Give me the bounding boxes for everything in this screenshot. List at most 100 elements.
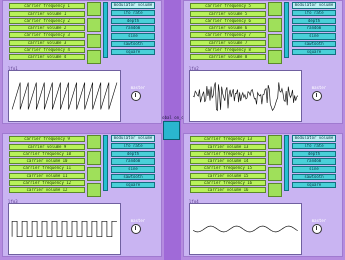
waveform-option-random[interactable]: random xyxy=(292,158,336,165)
carrier-slider[interactable]: carrier frequency 16 xyxy=(190,180,266,187)
waveform-option-sawtooth[interactable]: sawtooth xyxy=(292,40,336,48)
carrier-slider[interactable]: carrier volume 14 xyxy=(190,158,266,165)
carrier-slider[interactable]: carrier frequency 6 xyxy=(190,17,266,24)
carrier-slider[interactable]: carrier volume 13 xyxy=(190,143,266,150)
voice-toggle[interactable] xyxy=(87,34,101,48)
oscilloscope-display xyxy=(189,203,302,255)
carrier-slider[interactable]: carrier volume 6 xyxy=(190,25,266,32)
carrier-slider[interactable]: carrier frequency 3 xyxy=(9,32,85,39)
waveform-option-lfo-rate[interactable]: lfo rate xyxy=(292,9,336,17)
master-volume-knob[interactable] xyxy=(131,224,141,234)
carrier-slider[interactable]: carrier frequency 14 xyxy=(190,150,266,157)
voice-toggle[interactable] xyxy=(268,135,282,149)
carrier-slider[interactable]: carrier volume 12 xyxy=(9,187,85,194)
modulator-volume-slider[interactable]: modulator volume xyxy=(292,135,336,142)
waveform-option-sine[interactable]: sine xyxy=(111,33,155,40)
waveform-option-sine[interactable]: sine xyxy=(292,166,336,173)
toggle-group xyxy=(87,135,101,199)
carrier-slider[interactable]: carrier frequency 7 xyxy=(190,32,266,39)
waveform-option-depth[interactable]: depth xyxy=(292,150,336,158)
waveform-option-square[interactable]: square xyxy=(111,181,155,189)
waveform-line xyxy=(11,82,118,110)
carrier-slider[interactable]: carrier frequency 11 xyxy=(9,165,85,172)
carrier-slider[interactable]: carrier volume 5 xyxy=(190,10,266,17)
carrier-slider[interactable]: carrier frequency 5 xyxy=(190,3,266,10)
waveform-option-random[interactable]: random xyxy=(292,25,336,32)
modulator-meter[interactable] xyxy=(284,135,289,191)
waveform-graph xyxy=(11,82,118,110)
modulator-meter[interactable] xyxy=(103,2,108,58)
carrier-slider[interactable]: carrier frequency 13 xyxy=(190,136,266,143)
carrier-slider[interactable]: carrier frequency 2 xyxy=(9,17,85,24)
carrier-slider[interactable]: carrier frequency 10 xyxy=(9,150,85,157)
master-volume-label: master xyxy=(311,85,327,90)
carrier-slider[interactable]: carrier frequency 15 xyxy=(190,165,266,172)
waveform-option-lfo-rate[interactable]: lfo rate xyxy=(292,142,336,150)
carrier-slider[interactable]: carrier volume 16 xyxy=(190,187,266,194)
global-toggle-button[interactable] xyxy=(163,121,180,140)
carrier-slider[interactable]: carrier frequency 8 xyxy=(190,47,266,54)
voice-toggle[interactable] xyxy=(87,18,101,32)
waveform-option-sine[interactable]: sine xyxy=(111,166,155,173)
carrier-slider-group: carrier frequency 9 carrier volume 9 carri… xyxy=(9,135,85,194)
carrier-slider[interactable]: carrier volume 9 xyxy=(9,143,85,150)
modulator-volume-slider[interactable]: modulator volume xyxy=(292,2,336,9)
waveform-option-sawtooth[interactable]: sawtooth xyxy=(111,40,155,48)
voice-toggle[interactable] xyxy=(87,167,101,181)
voice-toggle[interactable] xyxy=(268,2,282,16)
carrier-slider[interactable]: carrier volume 4 xyxy=(9,54,85,61)
master-volume-knob[interactable] xyxy=(131,91,141,101)
modulator-meter[interactable] xyxy=(103,135,108,191)
toggle-group xyxy=(268,2,282,66)
waveform-option-square[interactable]: square xyxy=(292,181,336,189)
carrier-slider[interactable]: carrier volume 15 xyxy=(190,172,266,179)
carrier-slider[interactable]: carrier frequency 4 xyxy=(9,47,85,54)
waveform-option-depth[interactable]: depth xyxy=(111,150,155,158)
carrier-slider[interactable]: carrier frequency 12 xyxy=(9,180,85,187)
waveform-option-random[interactable]: random xyxy=(111,25,155,32)
carrier-slider[interactable]: carrier volume 8 xyxy=(190,54,266,61)
waveform-option-lfo-rate[interactable]: lfo rate xyxy=(111,142,155,150)
voice-toggle[interactable] xyxy=(87,151,101,165)
voice-toggle[interactable] xyxy=(268,151,282,165)
carrier-slider[interactable]: carrier volume 3 xyxy=(9,39,85,46)
carrier-slider-group: carrier frequency 13 carrier volume 13 car… xyxy=(190,135,266,194)
carrier-slider[interactable]: carrier volume 1 xyxy=(9,10,85,17)
voice-toggle[interactable] xyxy=(268,34,282,48)
voice-toggle[interactable] xyxy=(268,183,282,197)
waveform-option-depth[interactable]: depth xyxy=(111,17,155,25)
voice-toggle[interactable] xyxy=(87,50,101,64)
modulator-meter[interactable] xyxy=(284,2,289,58)
waveform-option-sawtooth[interactable]: sawtooth xyxy=(111,173,155,181)
waveform-option-sawtooth[interactable]: sawtooth xyxy=(292,173,336,181)
voice-toggle[interactable] xyxy=(87,2,101,16)
waveform-option-sine[interactable]: sine xyxy=(292,33,336,40)
synth-panel-4: carrier frequency 13 carrier volume 13 car… xyxy=(183,133,343,257)
carrier-slider[interactable]: carrier volume 10 xyxy=(9,158,85,165)
voice-toggle[interactable] xyxy=(268,50,282,64)
carrier-slider[interactable]: carrier frequency 9 xyxy=(9,136,85,143)
master-volume-knob[interactable] xyxy=(312,91,322,101)
master-volume-knob[interactable] xyxy=(312,224,322,234)
voice-toggle[interactable] xyxy=(87,183,101,197)
voice-toggle[interactable] xyxy=(268,167,282,181)
carrier-slider-group: carrier frequency 1 carrier volume 1 carri… xyxy=(9,2,85,61)
carrier-slider[interactable]: carrier frequency 1 xyxy=(9,3,85,10)
waveform-option-depth[interactable]: depth xyxy=(292,17,336,25)
synth-panel-1: carrier frequency 1 carrier volume 1 carri… xyxy=(2,0,162,124)
voice-toggle[interactable] xyxy=(268,18,282,32)
waveform-option-random[interactable]: random xyxy=(111,158,155,165)
waveform-option-square[interactable]: square xyxy=(111,48,155,56)
waveform-option-square[interactable]: square xyxy=(292,48,336,56)
oscilloscope-display xyxy=(8,70,121,122)
carrier-slider-group: carrier frequency 5 carrier volume 5 carri… xyxy=(190,2,266,61)
carrier-slider[interactable]: carrier volume 11 xyxy=(9,172,85,179)
modulator-controls: modulator volume lfo rate depth random sine s… xyxy=(111,135,155,190)
carrier-slider[interactable]: carrier volume 7 xyxy=(190,39,266,46)
carrier-slider[interactable]: carrier volume 2 xyxy=(9,25,85,32)
modulator-volume-slider[interactable]: modulator volume xyxy=(111,2,155,9)
modulator-controls: modulator volume lfo rate depth random sine s… xyxy=(292,135,336,190)
waveform-option-lfo-rate[interactable]: lfo rate xyxy=(111,9,155,17)
modulator-volume-slider[interactable]: modulator volume xyxy=(111,135,155,142)
voice-toggle[interactable] xyxy=(87,135,101,149)
